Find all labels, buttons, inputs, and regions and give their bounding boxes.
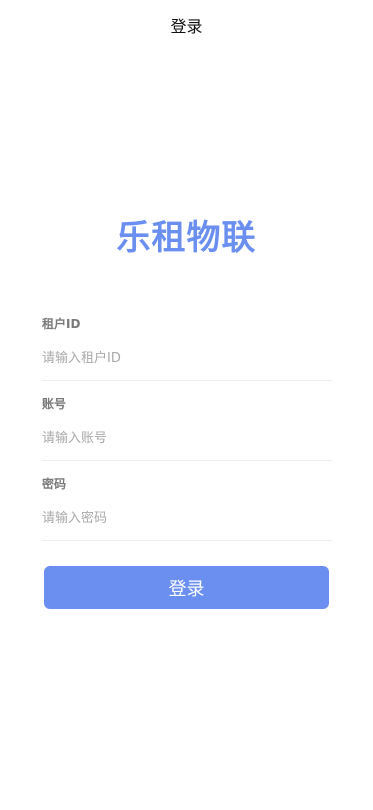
account-input[interactable] xyxy=(42,420,332,461)
tenant-id-input[interactable] xyxy=(42,340,332,381)
password-field-group: 密码 xyxy=(42,475,332,541)
login-button[interactable]: 登录 xyxy=(44,566,329,609)
brand-title: 乐租物联 xyxy=(116,218,257,258)
account-field-group: 账号 xyxy=(42,395,332,461)
tenant-id-label: 租户ID xyxy=(42,317,81,331)
password-input[interactable] xyxy=(42,500,332,541)
account-label: 账号 xyxy=(42,397,67,411)
password-label: 密码 xyxy=(42,477,67,491)
tenant-field-group: 租户ID xyxy=(42,315,332,381)
page-title: 登录 xyxy=(170,17,203,36)
